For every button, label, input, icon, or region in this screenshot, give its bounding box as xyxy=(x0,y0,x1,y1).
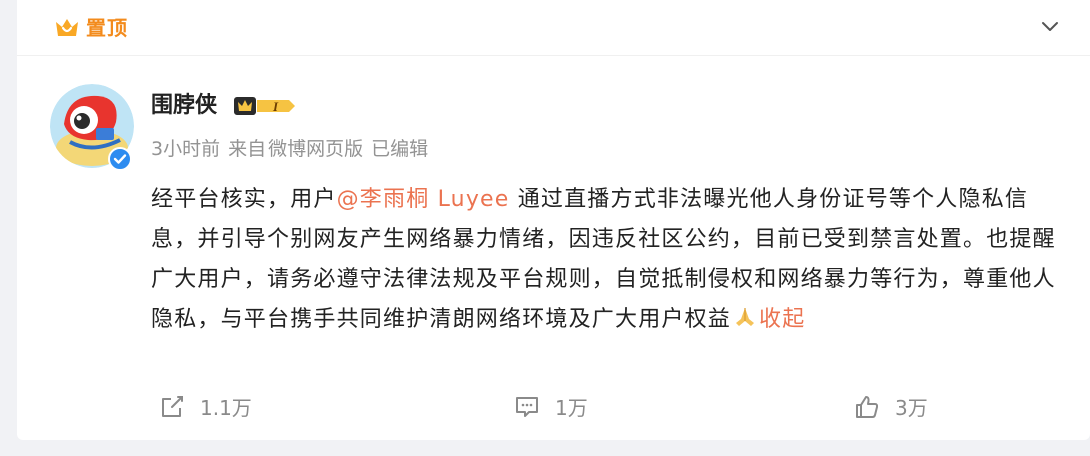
share-button[interactable]: 1.1万 xyxy=(158,392,252,421)
pinned-badge: 置顶 xyxy=(54,14,128,42)
post-source: 微博网页版 xyxy=(268,138,364,160)
level-badge-icon[interactable]: I xyxy=(233,94,301,118)
pinned-label: 置顶 xyxy=(86,16,128,40)
thumbs-up-icon xyxy=(856,395,879,418)
comment-icon xyxy=(516,396,538,417)
pinned-header: 置顶 xyxy=(17,0,1090,56)
share-icon xyxy=(162,395,183,417)
comment-button[interactable]: 1万 xyxy=(513,392,588,421)
comment-count: 1万 xyxy=(555,396,588,420)
post-text-start: 经平台核实，用户 xyxy=(151,187,337,212)
post-time[interactable]: 3小时前 xyxy=(151,134,220,164)
post-text: 经平台核实，用户@李雨桐 Luyee 通过直播方式非法曝光他人身份证号等个人隐私… xyxy=(151,180,1056,340)
like-button[interactable]: 3万 xyxy=(853,392,928,421)
mention-link[interactable]: @李雨桐 Luyee xyxy=(337,187,510,212)
post-card: 置顶 围脖侠 I 3小时前 来自 微博网页版 已编辑 经平台核实，用户@李雨桐 … xyxy=(17,0,1090,440)
collapse-link[interactable]: 收起 xyxy=(759,307,805,332)
crown-icon xyxy=(56,19,78,36)
share-count: 1.1万 xyxy=(200,396,252,420)
avatar[interactable] xyxy=(50,84,134,171)
pray-hands-icon xyxy=(736,308,755,326)
edited-label[interactable]: 已编辑 xyxy=(371,134,428,164)
chevron-down-icon[interactable] xyxy=(1038,14,1062,38)
source-prefix: 来自 xyxy=(228,138,267,160)
author-name[interactable]: 围脖侠 xyxy=(151,90,217,122)
verified-icon xyxy=(108,147,132,171)
like-count: 3万 xyxy=(895,396,928,420)
level-badge-text: I xyxy=(272,99,279,114)
post-meta: 3小时前 来自 微博网页版 已编辑 xyxy=(151,134,428,164)
